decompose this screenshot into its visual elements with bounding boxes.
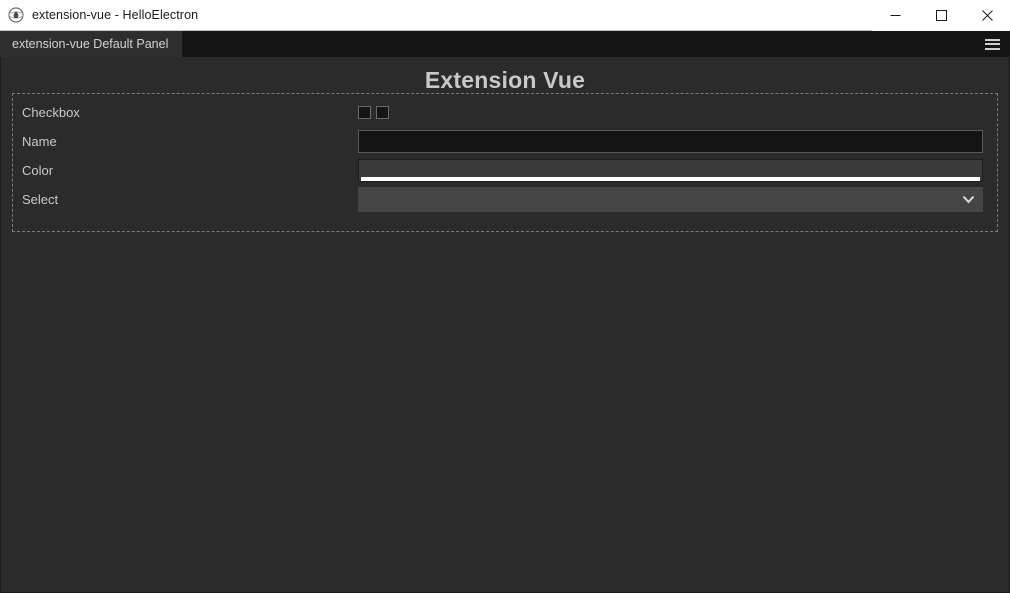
electron-droplet-icon [8, 7, 24, 23]
hamburger-icon [984, 38, 1000, 50]
hamburger-menu-button[interactable] [978, 31, 1006, 57]
select-field-wrap [358, 187, 997, 212]
select-dropdown[interactable] [358, 187, 983, 212]
tab-extension-vue-default-panel[interactable]: extension-vue Default Panel [0, 31, 183, 57]
window-controls [872, 0, 1010, 31]
window-titlebar: extension-vue - HelloElectron [0, 0, 1010, 31]
form-row-name: Name [13, 127, 997, 156]
tab-label: extension-vue Default Panel [12, 37, 169, 51]
color-field-wrap [358, 159, 997, 182]
checkbox-group [358, 106, 997, 119]
tabstrip-spacer [182, 31, 978, 57]
form-row-select: Select [13, 185, 997, 214]
form-label-select: Select [22, 192, 59, 207]
minimize-icon[interactable] [872, 0, 918, 31]
maximize-icon[interactable] [918, 0, 964, 31]
color-input[interactable] [358, 159, 983, 182]
name-input[interactable] [358, 130, 983, 153]
tabstrip: extension-vue Default Panel [0, 31, 1010, 57]
form-panel: Checkbox Name Color Select [12, 93, 998, 232]
checkbox-1[interactable] [358, 106, 371, 119]
checkbox-2[interactable] [376, 106, 389, 119]
chevron-down-icon [962, 193, 975, 207]
panel-content: Extension Vue Checkbox Name Color Select [0, 57, 1010, 593]
name-field-wrap [358, 130, 997, 153]
close-icon[interactable] [964, 0, 1010, 31]
window-title: extension-vue - HelloElectron [32, 8, 199, 22]
color-swatch [361, 177, 980, 181]
form-row-color: Color [13, 156, 997, 185]
app-window: extension-vue - HelloElectron extension-… [0, 0, 1010, 593]
form-label-checkbox: Checkbox [22, 105, 80, 120]
page-title: Extension Vue [424, 67, 586, 93]
form-label-name: Name [22, 134, 57, 149]
titlebar-left: extension-vue - HelloElectron [0, 7, 872, 23]
form-row-checkbox: Checkbox [13, 98, 997, 127]
form-label-color: Color [22, 163, 54, 178]
